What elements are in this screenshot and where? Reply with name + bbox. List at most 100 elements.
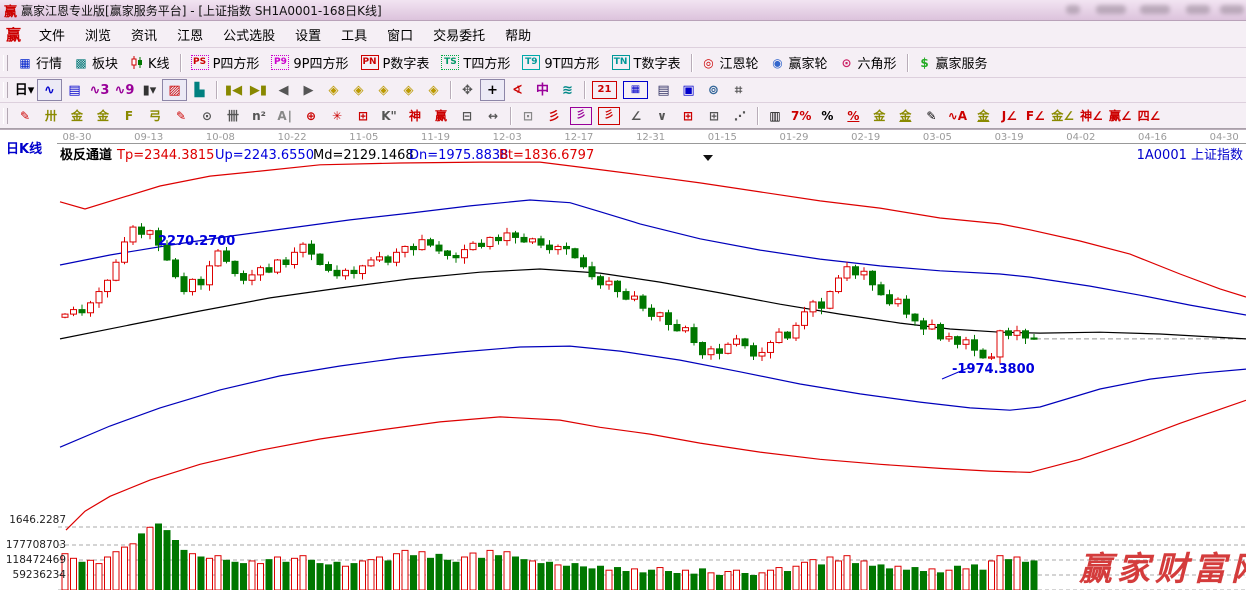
time-circle-button[interactable]: ⊙ (195, 106, 219, 126)
expand-x-button[interactable]: ◈ (372, 80, 395, 100)
toolbar-button-gann-wheel[interactable]: ◎江恩轮 (696, 51, 765, 74)
shen-tool-button[interactable]: 神 (403, 106, 427, 126)
gold-circle-button[interactable]: 金 (867, 106, 891, 126)
expand-all-button[interactable]: ◈ (422, 80, 445, 100)
menu-item-9[interactable]: 帮助 (495, 23, 541, 46)
last-bar-button[interactable]: ▶▮ (247, 80, 270, 100)
toolbar-grip[interactable] (3, 82, 8, 98)
toolbar-button-winner-wheel[interactable]: ◉赢家轮 (765, 51, 834, 74)
toolbar-button-p-square[interactable]: PSP四方形 (185, 51, 266, 74)
close-button[interactable] (1220, 5, 1244, 14)
toolbar-button-kline[interactable]: K线 (124, 51, 176, 74)
toolbar-button-hexagon[interactable]: ⊙六角形 (834, 51, 903, 74)
calendar-21-button[interactable]: 21 (592, 81, 617, 99)
toolbar-button-9t-square[interactable]: T99T四方形 (516, 51, 605, 74)
next-bar-button[interactable]: ▶ (297, 80, 320, 100)
web-square-button[interactable]: ⊞ (351, 106, 375, 126)
toolbar-grip[interactable] (3, 108, 8, 124)
star-web-button[interactable]: ✳ (325, 106, 349, 126)
wave-3-button[interactable]: ∿3 (88, 80, 111, 100)
candle-style-dropdown-button[interactable]: ▮▾ (138, 80, 161, 100)
spiral-button[interactable]: 弓 (143, 106, 167, 126)
toolbar-grip[interactable] (3, 55, 8, 71)
menu-item-0[interactable]: 文件 (29, 23, 75, 46)
parallel-lines-button[interactable]: ⋰ (728, 106, 752, 126)
zoom-right-button[interactable]: ◈ (347, 80, 370, 100)
toolbar-button-sectors[interactable]: ▩板块 (68, 51, 124, 74)
chart-canvas[interactable]: 08-3009-1310-0810-2211-0511-1912-0312-17… (0, 129, 1246, 590)
purple-grid-tool-button[interactable]: 中 (531, 80, 554, 100)
k-note-button[interactable]: K" (377, 106, 401, 126)
fan-box-purple-button[interactable]: 彡 (570, 107, 592, 125)
toolbar-button-quotes[interactable]: ▦行情 (12, 51, 68, 74)
red-brush-box-button[interactable]: ✎ (169, 106, 193, 126)
draw-brush-button[interactable]: ✎ (13, 106, 37, 126)
teal-scribble-button[interactable]: ≋ (556, 80, 579, 100)
angle-f-button[interactable]: F∠ (1023, 106, 1047, 126)
percent-7-button[interactable]: 7% (789, 106, 813, 126)
menu-item-6[interactable]: 工具 (331, 23, 377, 46)
prev-bar-button[interactable]: ◀ (272, 80, 295, 100)
crosshair-button[interactable]: + (480, 79, 505, 101)
angle-j-button[interactable]: J∠ (997, 106, 1021, 126)
fan-box-red-button[interactable]: 彡 (598, 107, 620, 125)
web-update-button[interactable]: ⊚ (702, 80, 725, 100)
minimize-button[interactable] (1186, 5, 1210, 14)
menu-item-1[interactable]: 浏览 (75, 23, 121, 46)
zoom-left-button[interactable]: ◈ (322, 80, 345, 100)
gann-fan-red-button[interactable]: 彡 (542, 106, 566, 126)
angle-lines-button[interactable]: ∠ (624, 106, 648, 126)
menu-item-5[interactable]: 设置 (285, 23, 331, 46)
n-square-button[interactable]: n² (247, 106, 271, 126)
info-document-button[interactable]: ▤ (63, 80, 86, 100)
first-bar-button[interactable]: ▮◀ (222, 80, 245, 100)
calculator-button[interactable]: ▦ (623, 81, 648, 99)
menu-item-4[interactable]: 公式选股 (213, 23, 285, 46)
toolbar-button-9p-square[interactable]: P99P四方形 (265, 51, 354, 74)
box-tool-button[interactable]: ⊡ (516, 106, 540, 126)
gold-underline-button[interactable]: 金 (971, 106, 995, 126)
notebook-button[interactable]: ▤ (652, 80, 675, 100)
angle-shen-button[interactable]: 神∠ (1078, 106, 1105, 126)
remote-data-button[interactable]: ⌗ (727, 80, 750, 100)
window-control-icon[interactable] (1096, 5, 1126, 14)
ruler-123-button[interactable]: ⊟ (455, 106, 479, 126)
gold-line-button[interactable]: 金 (893, 106, 917, 126)
time-lines-button[interactable]: 卌 (221, 106, 245, 126)
percent-line-button[interactable]: % (841, 106, 865, 126)
circle-cross-button[interactable]: ⊕ (299, 106, 323, 126)
current-date-marker[interactable] (703, 155, 713, 161)
red-figure-button[interactable]: ▨ (162, 79, 187, 101)
period-dropdown-button[interactable]: 日▾ (13, 80, 36, 100)
window-control-icon[interactable] (1066, 5, 1080, 14)
trend-scribble-button[interactable]: ∿ (37, 79, 62, 101)
grid-red-button[interactable]: ⊞ (676, 106, 700, 126)
channel-a-button[interactable]: A∣ (273, 106, 297, 126)
angle-ying-button[interactable]: 赢∠ (1107, 106, 1134, 126)
gann-grid-lines-button[interactable]: 卅 (39, 106, 63, 126)
wave-9-button[interactable]: ∿9 (113, 80, 136, 100)
window-control-icon[interactable] (1140, 5, 1170, 14)
title-bar[interactable]: 赢 赢家江恩专业版[赢家服务平台] - [上证指数 SH1A0001-168日K… (0, 0, 1246, 21)
menu-item-8[interactable]: 交易委托 (423, 23, 495, 46)
gold-ratio-a-button[interactable]: 金 (65, 106, 89, 126)
compress-x-button[interactable]: ◈ (397, 80, 420, 100)
toolbar-button-t-number-table[interactable]: TNT数字表 (606, 51, 687, 74)
menu-item-3[interactable]: 江恩 (167, 23, 213, 46)
width-measure-button[interactable]: ↔ (481, 106, 505, 126)
pencil-flag-button[interactable]: ✎ (919, 106, 943, 126)
gold-ratio-b-button[interactable]: 金 (91, 106, 115, 126)
color-histogram-button[interactable]: ▙ (188, 80, 211, 100)
pan-hand-button[interactable]: ✥ (456, 80, 479, 100)
price-ladder-button[interactable]: ▥ (763, 106, 787, 126)
zigzag-button[interactable]: ∨ (650, 106, 674, 126)
toolbar-button-p-number-table[interactable]: PNP数字表 (355, 51, 436, 74)
toolbar-button-t-square[interactable]: TST四方形 (435, 51, 516, 74)
angle-measure-button[interactable]: ∢ (506, 80, 529, 100)
angle-four-button[interactable]: 四∠ (1136, 106, 1163, 126)
toolbar-button-winner-service[interactable]: $赢家服务 (912, 51, 994, 74)
grid-arrow-button[interactable]: ⊞ (702, 106, 726, 126)
wave-a-button[interactable]: ∿A (945, 106, 969, 126)
percent-button[interactable]: % (815, 106, 839, 126)
ying-tool-button[interactable]: 赢 (429, 106, 453, 126)
